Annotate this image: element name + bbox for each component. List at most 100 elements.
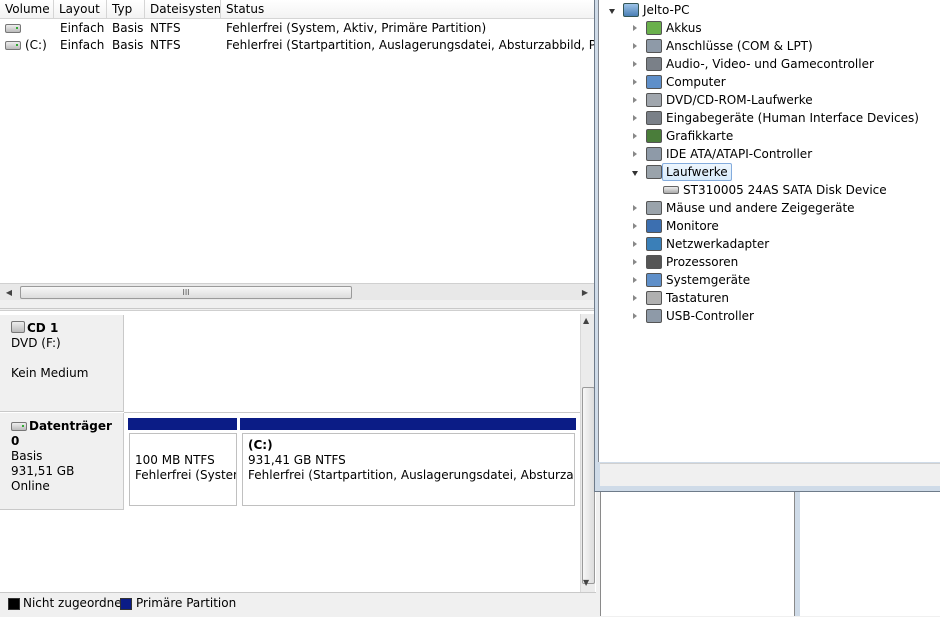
expand-arrow-icon[interactable]	[633, 277, 637, 283]
horizontal-scrollbar[interactable]: ◀ III ▶	[0, 283, 596, 301]
disk-label-disk0[interactable]: Datenträger 0 Basis 931,51 GB Online	[0, 413, 124, 510]
scroll-up-arrow-icon[interactable]: ▲	[583, 316, 589, 325]
partition-status: Fehlerfrei (System,	[135, 468, 236, 482]
status-bar	[600, 463, 940, 486]
tree-item-label: USB-Controller	[666, 309, 754, 323]
disk-type: Basis	[11, 449, 43, 463]
expand-arrow-icon[interactable]	[633, 133, 637, 139]
dvd-drive-icon	[646, 93, 662, 107]
keyboard-icon	[646, 291, 662, 305]
legend-label: Nicht zugeordnet	[23, 596, 127, 610]
hard-disk-icon	[663, 186, 679, 194]
expand-arrow-icon[interactable]	[633, 205, 637, 211]
cell-typ: Basis	[112, 38, 144, 52]
monitor-icon	[646, 219, 662, 233]
device-tree: Jelto-PC Akkus Anschlüsse (COM & LPT) Audi…	[598, 0, 940, 462]
computer-icon	[646, 75, 662, 89]
cell-dateisystem: NTFS	[150, 21, 181, 35]
cell-status: Fehlerfrei (System, Aktiv, Primäre Parti…	[226, 21, 487, 35]
partition-system-reserved[interactable]: 100 MB NTFS Fehlerfrei (System,	[129, 433, 237, 506]
tree-item-label: DVD/CD-ROM-Laufwerke	[666, 93, 813, 107]
tree-item-label: Mäuse und andere Zeigegeräte	[666, 201, 855, 215]
partition-header-bar	[128, 418, 237, 430]
tree-item-label: Computer	[666, 75, 726, 89]
legend-swatch-unallocated	[8, 598, 20, 610]
disk-status: Kein Medium	[11, 366, 89, 380]
partition-title	[135, 438, 236, 453]
tree-item-label: IDE ATA/ATAPI-Controller	[666, 147, 813, 161]
partition-title: (C:)	[248, 438, 273, 452]
collapse-arrow-icon[interactable]	[609, 9, 615, 14]
background-window	[600, 492, 795, 616]
col-header-layout[interactable]: Layout	[54, 0, 107, 19]
speaker-icon	[646, 57, 662, 71]
hard-disk-icon	[11, 422, 27, 431]
scroll-down-arrow-icon[interactable]: ▼	[583, 578, 589, 587]
tree-item-label: Anschlüsse (COM & LPT)	[666, 39, 813, 53]
tree-item-label: Systemgeräte	[666, 273, 751, 287]
table-row[interactable]: (C:) Einfach Basis NTFS Fehlerfrei (Star…	[0, 37, 596, 54]
tree-item-label: Prozessoren	[666, 255, 739, 269]
disk-drive-icon	[646, 165, 662, 179]
partition-header-bar	[240, 418, 576, 430]
tree-root-label: Jelto-PC	[643, 3, 690, 17]
tree-item-label: Grafikkarte	[666, 129, 734, 143]
cd-drive-icon	[11, 321, 25, 333]
disk-label-cd1[interactable]: CD 1 DVD (F:) Kein Medium	[0, 315, 124, 412]
cell-layout: Einfach	[60, 21, 105, 35]
disk-type: DVD (F:)	[11, 336, 61, 350]
cell-status: Fehlerfrei (Startpartition, Auslagerungs…	[226, 38, 596, 52]
expand-arrow-icon[interactable]	[633, 25, 637, 31]
system-devices-icon	[646, 273, 662, 287]
drive-icon	[5, 20, 21, 37]
col-header-status[interactable]: Status	[221, 0, 596, 19]
scroll-right-arrow-icon[interactable]: ▶	[578, 286, 592, 299]
col-header-typ[interactable]: Typ	[107, 0, 145, 19]
scrollbar-thumb[interactable]: III	[20, 286, 352, 299]
disk-status: Online	[11, 479, 50, 493]
cell-layout: Einfach	[60, 38, 105, 52]
tree-child-label: ST310005 24AS SATA Disk Device	[683, 183, 887, 197]
tree-item-label: Netzwerkadapter	[666, 237, 770, 251]
expand-arrow-icon[interactable]	[633, 295, 637, 301]
legend-swatch-primary	[120, 598, 132, 610]
col-header-volume[interactable]: Volume	[0, 0, 54, 19]
legend: Nicht zugeordnet Primäre Partition	[0, 592, 596, 617]
computer-icon	[623, 3, 639, 17]
network-adapter-icon	[646, 237, 662, 251]
collapse-arrow-icon[interactable]	[632, 171, 638, 176]
mouse-icon	[646, 201, 662, 215]
cell-volume: (C:)	[25, 38, 47, 52]
partition-c[interactable]: (C:) 931,41 GB NTFS Fehlerfrei (Startpar…	[242, 433, 575, 506]
volume-list: Volume Layout Typ Dateisystem Status Ein…	[0, 0, 596, 306]
expand-arrow-icon[interactable]	[633, 79, 637, 85]
partition-status: Fehlerfrei (Startpartition, Auslagerungs…	[248, 468, 574, 482]
cell-dateisystem: NTFS	[150, 38, 181, 52]
expand-arrow-icon[interactable]	[633, 313, 637, 319]
tree-item-label: Laufwerke	[662, 163, 732, 181]
display-adapter-icon	[646, 129, 662, 143]
tree-item-label: Tastaturen	[666, 291, 729, 305]
disk-size	[11, 351, 123, 366]
disk-graphical-view: CD 1 DVD (F:) Kein Medium Datenträger 0 …	[0, 310, 596, 593]
partition-size: 100 MB NTFS	[135, 453, 215, 467]
expand-arrow-icon[interactable]	[633, 43, 637, 49]
col-header-dateisystem[interactable]: Dateisystem	[145, 0, 221, 19]
pane-splitter[interactable]	[0, 300, 596, 309]
expand-arrow-icon[interactable]	[633, 115, 637, 121]
expand-arrow-icon[interactable]	[633, 241, 637, 247]
scroll-left-arrow-icon[interactable]: ◀	[2, 286, 16, 299]
usb-icon	[646, 309, 662, 323]
expand-arrow-icon[interactable]	[633, 97, 637, 103]
expand-arrow-icon[interactable]	[633, 223, 637, 229]
vertical-scrollbar[interactable]: ▲ ▼	[580, 314, 595, 592]
background-window	[795, 492, 940, 616]
legend-label: Primäre Partition	[136, 596, 237, 610]
cell-typ: Basis	[112, 21, 144, 35]
tree-item-label: Audio-, Video- und Gamecontroller	[666, 57, 874, 71]
disk-name: CD 1	[27, 321, 59, 335]
table-row[interactable]: Einfach Basis NTFS Fehlerfrei (System, A…	[0, 20, 596, 37]
expand-arrow-icon[interactable]	[633, 259, 637, 265]
expand-arrow-icon[interactable]	[633, 61, 637, 67]
expand-arrow-icon[interactable]	[633, 151, 637, 157]
